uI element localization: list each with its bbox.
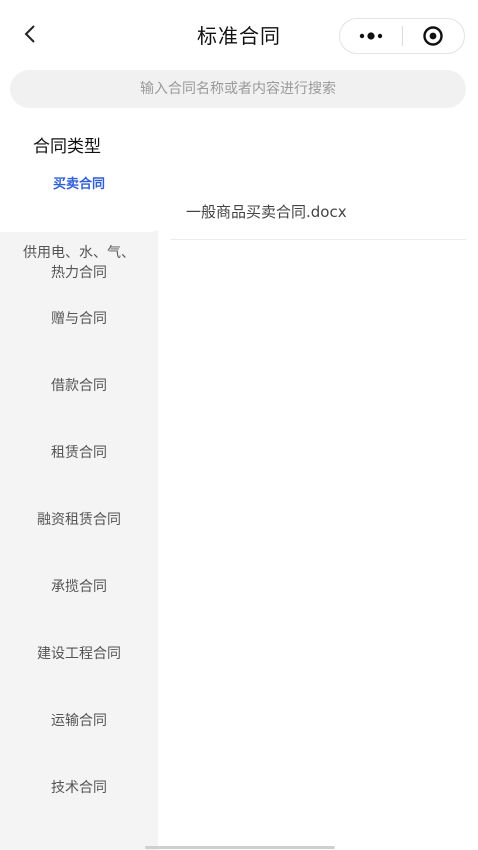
sidebar-item-label: 技术合同 [51,780,107,796]
file-list-item[interactable]: 一般商品买卖合同.docx [170,192,466,240]
home-indicator [145,846,335,849]
sidebar-item-label-line2: 热力合同 [51,265,107,281]
target-icon [423,26,443,46]
sidebar-item-label: 承揽合同 [51,579,107,595]
sidebar-item-construction-contract[interactable]: 建设工程合同 [0,644,158,664]
sidebar-item-label: 借款合同 [51,378,107,394]
sidebar-item-label: 运输合同 [51,713,107,729]
close-button[interactable] [403,19,465,53]
more-button[interactable] [340,19,402,53]
sidebar-header: 合同类型 买卖合同 [0,120,170,232]
sidebar-title: 合同类型 [33,137,101,157]
sidebar-item-loan-contract[interactable]: 借款合同 [0,376,158,396]
sidebar-item-lease-contract[interactable]: 租赁合同 [0,443,158,463]
sidebar-item-technology-contract[interactable]: 技术合同 [0,778,158,798]
sidebar-item-label: 赠与合同 [51,311,107,327]
sidebar-item-label: 租赁合同 [51,445,107,461]
sidebar-item-label: 买卖合同 [52,177,105,192]
category-sidebar: 合同类型 买卖合同 供用电、水、气、 热力合同 赠与合同 借款合同 租赁合同 融… [0,120,170,850]
more-dots-icon [359,32,382,40]
mini-program-capsule [339,18,465,54]
sidebar-item-label: 建设工程合同 [37,646,121,662]
search-input[interactable] [10,69,466,109]
search-bar[interactable] [10,69,466,109]
sidebar-item-utility-contract[interactable]: 供用电、水、气、 热力合同 [0,243,158,283]
sidebar-item-label: 融资租赁合同 [37,512,121,528]
sidebar-item-label: 供用电、水、气、 [23,245,135,261]
sidebar-item-sale-contract[interactable]: 买卖合同 [0,175,158,195]
chevron-left-icon [24,25,35,43]
back-button[interactable] [14,18,46,50]
sidebar-item-work-contract[interactable]: 承揽合同 [0,577,158,597]
navigation-bar: 标准合同 [0,0,478,72]
sidebar-item-gift-contract[interactable]: 赠与合同 [0,309,158,329]
sidebar-item-transport-contract[interactable]: 运输合同 [0,711,158,731]
file-name: 一般商品买卖合同.docx [186,203,347,221]
sidebar-item-finance-lease-contract[interactable]: 融资租赁合同 [0,510,158,530]
